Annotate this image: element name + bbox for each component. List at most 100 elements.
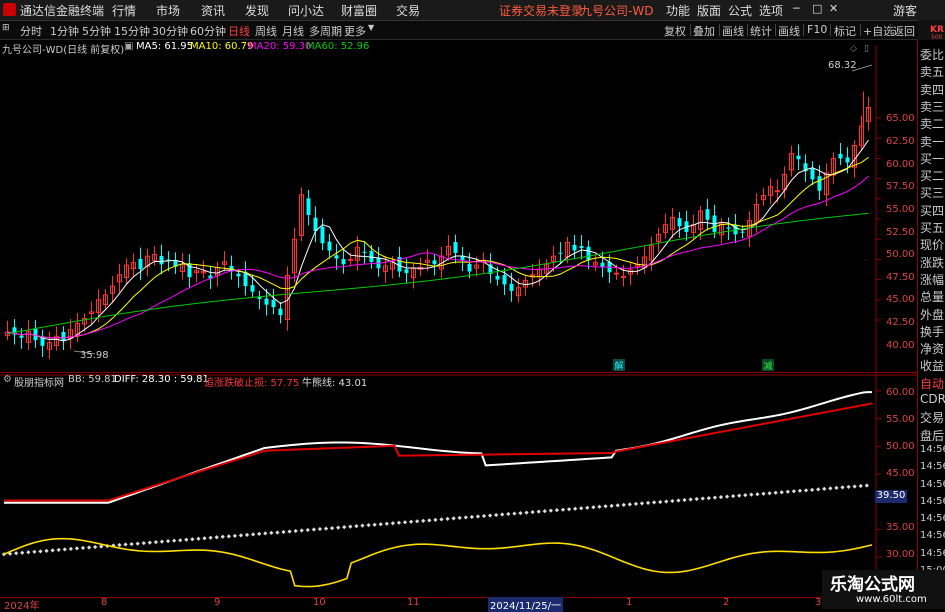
candle-body	[61, 331, 66, 341]
bull-diamond-mark	[354, 524, 359, 529]
bull-diamond-mark	[621, 502, 626, 507]
menu-faxian[interactable]: 发现	[245, 2, 269, 19]
bull-diamond-mark	[117, 542, 122, 548]
quote-row-label: 14:56	[920, 495, 945, 507]
bull-diamond-mark	[536, 509, 541, 514]
candle-body	[530, 274, 535, 277]
btn-diejia[interactable]: 叠加	[693, 23, 715, 39]
more-dropdown-icon[interactable]: ▼	[368, 23, 374, 32]
diamond-icon[interactable]: ◇	[850, 44, 857, 54]
period-monthly[interactable]: 月线	[282, 23, 304, 39]
period-30min[interactable]: 30分钟	[152, 23, 188, 39]
indicator-tick: 45.00	[886, 468, 915, 479]
menu-gongneng[interactable]: 功能	[666, 2, 690, 19]
price-tick: 60.00	[886, 159, 915, 170]
quote-row-label: 换手	[920, 324, 945, 339]
candle-body	[467, 263, 472, 272]
period-60min[interactable]: 60分钟	[190, 23, 226, 39]
btn-huaxian[interactable]: 画线	[722, 23, 744, 39]
period-weekly[interactable]: 周线	[255, 23, 277, 39]
candle-body	[838, 153, 843, 159]
bull-diamond-mark	[305, 527, 310, 533]
quote-row-label: 买一	[920, 151, 945, 166]
event-marker-jian[interactable]: 减	[762, 359, 774, 372]
bull-diamond-mark	[287, 529, 292, 534]
menu-caifuquan[interactable]: 财富圈	[341, 2, 377, 19]
divider	[719, 24, 720, 36]
candle-body	[495, 275, 500, 280]
bull-diamond-mark	[785, 489, 790, 494]
bull-diamond-mark	[840, 485, 845, 490]
close-icon[interactable]: ✕	[829, 2, 838, 15]
menu-shichang[interactable]: 市场	[156, 2, 180, 19]
btn-biaoji[interactable]: 标记	[834, 23, 856, 39]
bull-diamond-mark	[591, 505, 596, 510]
bb-yellow-line	[3, 537, 873, 588]
pin-icon[interactable]: ▯	[864, 44, 869, 54]
bull-diamond-mark	[244, 532, 250, 537]
bull-diamond-mark	[238, 533, 244, 538]
date-tick: 1	[626, 597, 633, 608]
candle-body	[572, 244, 577, 251]
bull-diamond-mark	[864, 483, 869, 488]
candle-body	[19, 335, 24, 338]
menu-xuanxiang[interactable]: 选项	[759, 2, 783, 19]
login-notice[interactable]: 证券交易未登录	[499, 2, 583, 19]
candle-body	[817, 176, 822, 191]
bull-diamond-mark	[652, 500, 657, 505]
btn-fanhui[interactable]: 返回	[893, 23, 915, 39]
divider	[860, 24, 861, 36]
quote-row-label: 盘后	[920, 428, 945, 443]
bull-diamond-mark	[135, 541, 140, 546]
bull-diamond-mark	[809, 487, 815, 492]
menu-zixun[interactable]: 资讯	[201, 2, 225, 19]
menu-jiaoyi[interactable]: 交易	[396, 2, 420, 19]
guest-label[interactable]: 游客	[893, 2, 917, 19]
stock-chart-canvas[interactable]	[0, 40, 917, 609]
menu-hangqing[interactable]: 行情	[112, 2, 136, 19]
ma20-line	[7, 175, 869, 339]
bull-diamond-mark	[32, 549, 37, 554]
bull-diamond-mark	[329, 525, 335, 531]
menu-wenxiaoda[interactable]: 问小达	[288, 2, 324, 19]
minimize-icon[interactable]: ─	[793, 2, 800, 15]
price-tick: 62.50	[886, 136, 915, 147]
maximize-icon[interactable]: □	[812, 2, 822, 15]
menu-banmian[interactable]: 版面	[697, 2, 721, 19]
bull-diamond-mark	[773, 490, 778, 495]
quote-row-label: 14:56	[920, 530, 945, 542]
btn-f10[interactable]: F10	[807, 23, 827, 36]
period-1min[interactable]: 1分钟	[50, 23, 79, 39]
menu-gongshi[interactable]: 公式	[728, 2, 752, 19]
btn-tongji[interactable]: 统计	[750, 23, 772, 39]
candle-body	[740, 231, 745, 233]
candle-body	[278, 308, 283, 316]
period-5min[interactable]: 5分钟	[82, 23, 111, 39]
period-multi[interactable]: 多周期	[309, 23, 342, 39]
indicator-gear-icon[interactable]: ⚙	[3, 374, 12, 385]
quote-rows: 委比 卖五 卖四 卖三 卖二 卖一 买一 买二 买三 买四 买五 现价 涨跌 涨幅 总量 外盘 换手 净资 收益 自动…	[918, 46, 945, 596]
legend-bull: 牛熊线: 43.01	[302, 378, 368, 389]
price-tick: 42.50	[886, 317, 915, 328]
period-fenshi[interactable]: 分时	[20, 23, 42, 39]
candle-body	[453, 242, 458, 253]
bull-diamond-mark	[761, 491, 766, 496]
bull-diamond-mark	[469, 514, 474, 520]
candle-body	[579, 246, 584, 249]
period-15min[interactable]: 15分钟	[114, 23, 150, 39]
btn-huaxian2[interactable]: 画线	[778, 23, 800, 39]
btn-fuquan[interactable]: 复权	[664, 23, 686, 39]
grid-icon[interactable]: ⊞	[2, 23, 10, 33]
date-tick: 3	[815, 597, 822, 608]
bull-diamond-mark	[38, 549, 43, 554]
event-marker-jie[interactable]: 解	[613, 359, 625, 372]
bull-diamond-mark	[178, 538, 183, 543]
indicator-tick: 55.00	[886, 414, 915, 425]
period-daily[interactable]: 日线	[228, 23, 250, 39]
bull-diamond-mark	[676, 498, 681, 503]
candle-body	[341, 258, 346, 265]
candle-body	[502, 274, 507, 285]
candle-body	[404, 269, 409, 274]
title-bar: 通达信金融终端 行情 市场 资讯 发现 问小达 财富圈 交易 证券交易未登录 九…	[0, 0, 945, 21]
period-more[interactable]: 更多	[344, 23, 366, 39]
